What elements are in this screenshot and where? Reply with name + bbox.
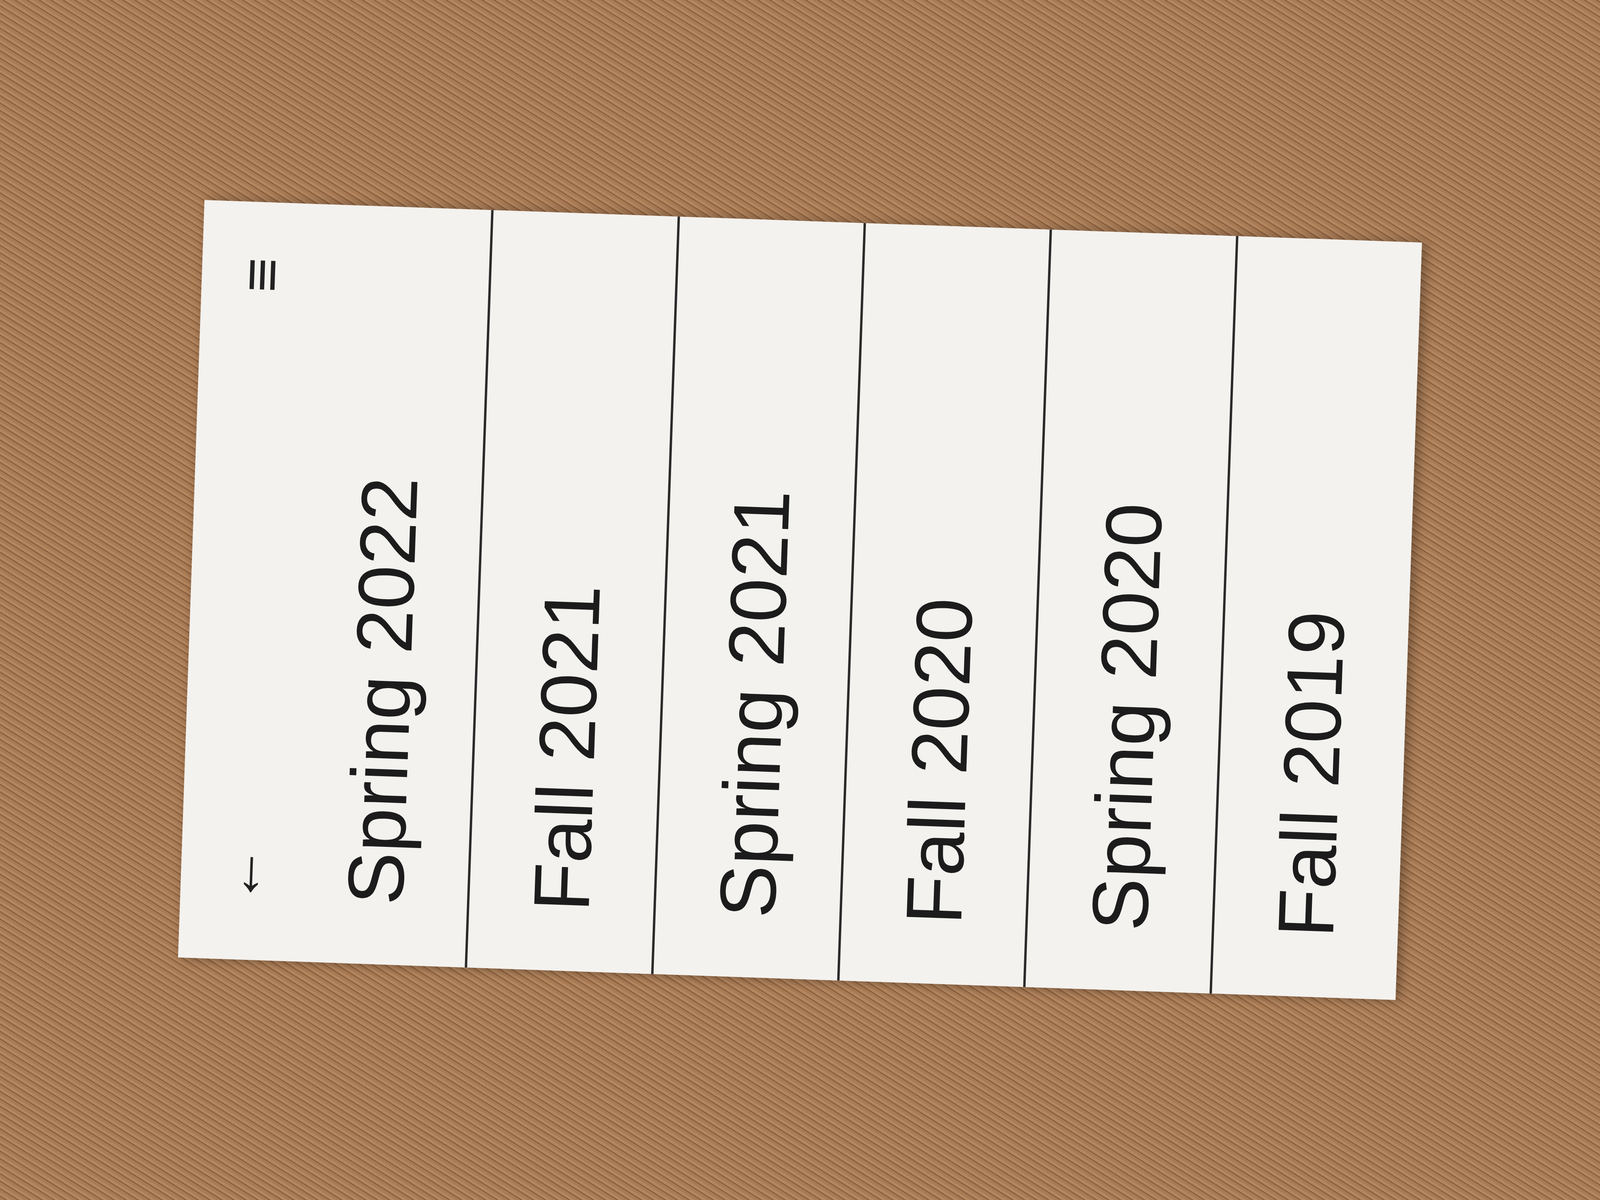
semester-list: Spring 2022 Fall 2021 Spring 2021 Fall 2020… — [280, 203, 1422, 1000]
semester-label: Fall 2019 — [1259, 609, 1363, 939]
semester-label: Spring 2021 — [701, 488, 808, 920]
semester-item[interactable]: Spring 2020 — [1025, 229, 1239, 994]
semester-label: Spring 2020 — [1073, 501, 1181, 933]
semester-item[interactable]: Fall 2020 — [839, 223, 1053, 987]
desk: ←≡Spring 2022Fall 2021Spring 2021Fall 20… — [0, 0, 1600, 1200]
semester-item[interactable]: Spring 2021 — [653, 216, 867, 981]
semester-item[interactable]: Spring 2022 — [280, 203, 494, 968]
paper-prototype: ←≡Spring 2022Fall 2021Spring 2021Fall 20… — [178, 200, 1423, 1000]
back-button[interactable]: ← — [209, 835, 272, 914]
semester-label: Fall 2021 — [515, 583, 619, 913]
semester-item[interactable]: Fall 2021 — [467, 209, 680, 974]
top-bar: ←≡ — [178, 200, 308, 962]
semester-item[interactable]: Fall 2019 — [1211, 236, 1423, 1000]
menu-button[interactable]: ≡ — [230, 248, 293, 302]
semester-label: Spring 2022 — [329, 475, 436, 907]
semester-label: Fall 2020 — [887, 596, 991, 926]
